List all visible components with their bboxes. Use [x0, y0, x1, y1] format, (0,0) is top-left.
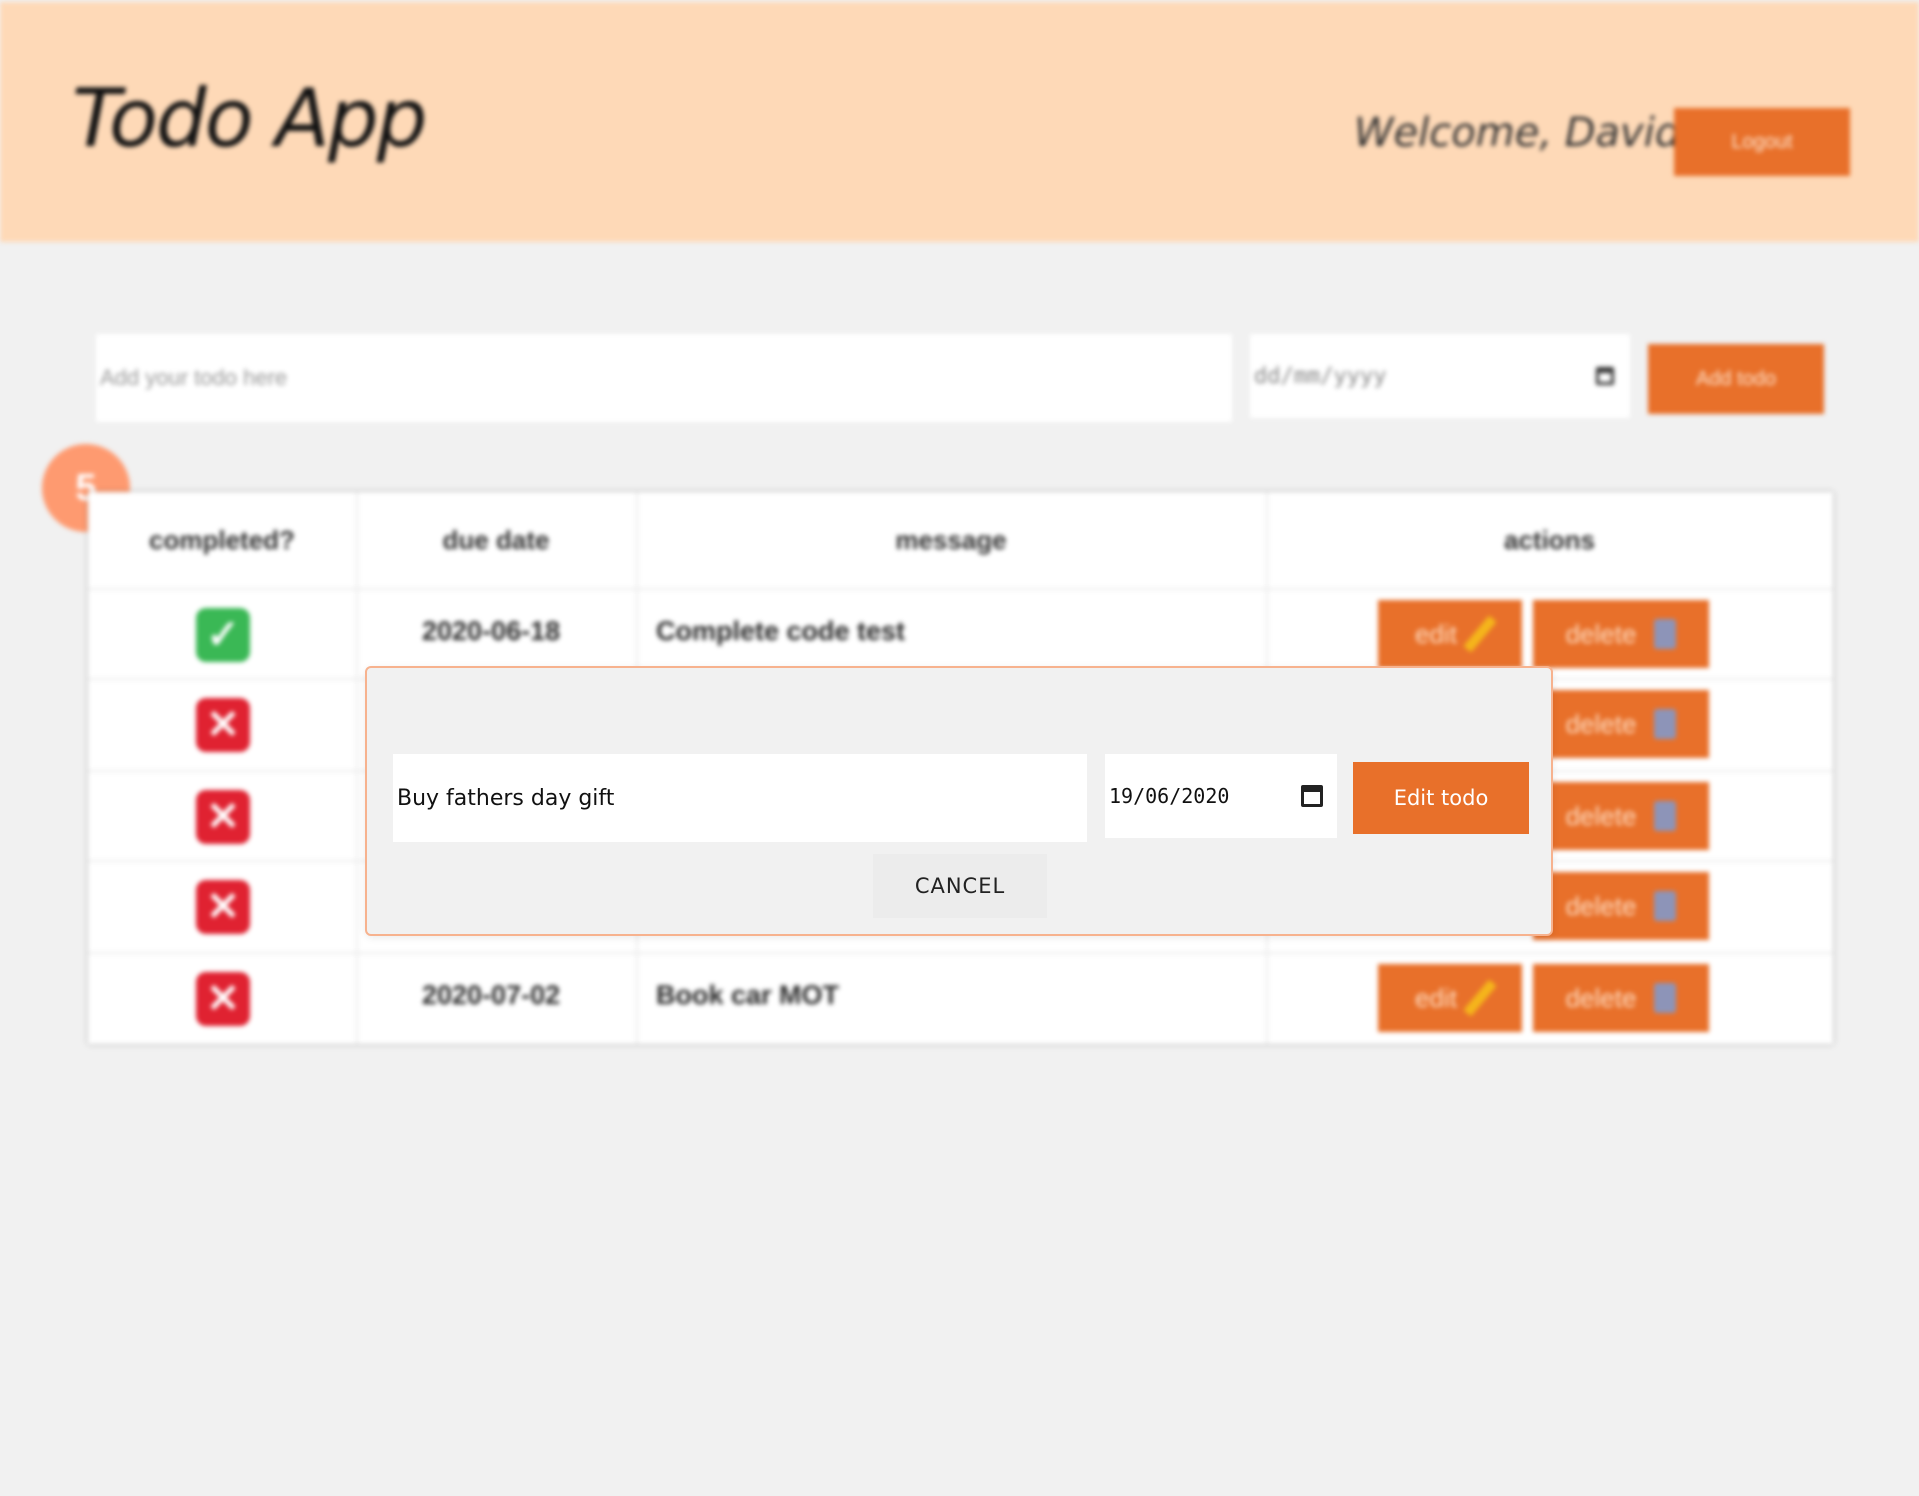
delete-button[interactable]: delete: [1533, 964, 1709, 1032]
delete-label: delete: [1565, 800, 1637, 831]
add-todo-input[interactable]: Add your todo here: [96, 334, 1232, 422]
delete-label: delete: [1565, 890, 1637, 921]
delete-button[interactable]: delete: [1533, 872, 1709, 940]
edit-date-value: 19/06/2020: [1109, 784, 1230, 808]
cancel-button[interactable]: CANCEL: [873, 854, 1047, 918]
logout-button[interactable]: Logout: [1674, 108, 1850, 176]
delete-label: delete: [1565, 618, 1637, 649]
row-due-date: 2020-07-02: [422, 980, 561, 1010]
delete-button[interactable]: delete: [1533, 782, 1709, 850]
not-completed-icon[interactable]: ✕: [196, 790, 250, 844]
trash-icon: [1654, 619, 1677, 649]
edit-label: edit: [1415, 618, 1457, 649]
not-completed-icon[interactable]: ✕: [196, 880, 250, 934]
edit-button[interactable]: edit: [1378, 964, 1522, 1032]
trash-icon: [1654, 983, 1677, 1013]
edit-todo-modal: Buy fathers day gift 19/06/2020 Edit tod…: [365, 666, 1553, 936]
edit-button[interactable]: edit: [1378, 600, 1522, 668]
trash-icon: [1654, 891, 1677, 921]
header-completed: completed?: [149, 524, 295, 555]
not-completed-icon[interactable]: ✕: [196, 972, 250, 1026]
delete-button[interactable]: delete: [1533, 690, 1709, 758]
pencil-icon: [1463, 615, 1497, 653]
welcome-text: Welcome, David: [1354, 110, 1681, 156]
completed-check-icon[interactable]: ✓: [196, 608, 250, 662]
not-completed-icon[interactable]: ✕: [196, 698, 250, 752]
edit-date-input[interactable]: 19/06/2020: [1105, 754, 1337, 838]
trash-icon: [1654, 709, 1677, 739]
edit-todo-input[interactable]: Buy fathers day gift: [393, 754, 1087, 842]
app-header: Todo App Welcome, David Logout: [0, 2, 1919, 242]
delete-label: delete: [1565, 982, 1637, 1013]
add-date-input[interactable]: dd/mm/yyyy: [1250, 334, 1630, 418]
date-placeholder: dd/mm/yyyy: [1254, 363, 1387, 389]
app-title: Todo App: [72, 72, 427, 165]
row-message: Complete code test: [656, 616, 906, 646]
calendar-icon[interactable]: [1596, 367, 1614, 385]
header-message: message: [895, 524, 1007, 555]
row-due-date: 2020-06-18: [422, 616, 561, 646]
row-divider: [88, 588, 1833, 590]
header-due-date: due date: [442, 524, 550, 555]
header-actions: actions: [1503, 524, 1596, 555]
edit-label: edit: [1415, 982, 1457, 1013]
delete-label: delete: [1565, 708, 1637, 739]
calendar-icon[interactable]: [1301, 785, 1323, 807]
trash-icon: [1654, 801, 1677, 831]
row-message: Book car MOT: [656, 980, 840, 1010]
row-divider: [88, 952, 1833, 954]
pencil-icon: [1463, 979, 1497, 1017]
delete-button[interactable]: delete: [1533, 600, 1709, 668]
edit-todo-button[interactable]: Edit todo: [1353, 762, 1529, 834]
add-todo-button[interactable]: Add todo: [1648, 344, 1824, 414]
